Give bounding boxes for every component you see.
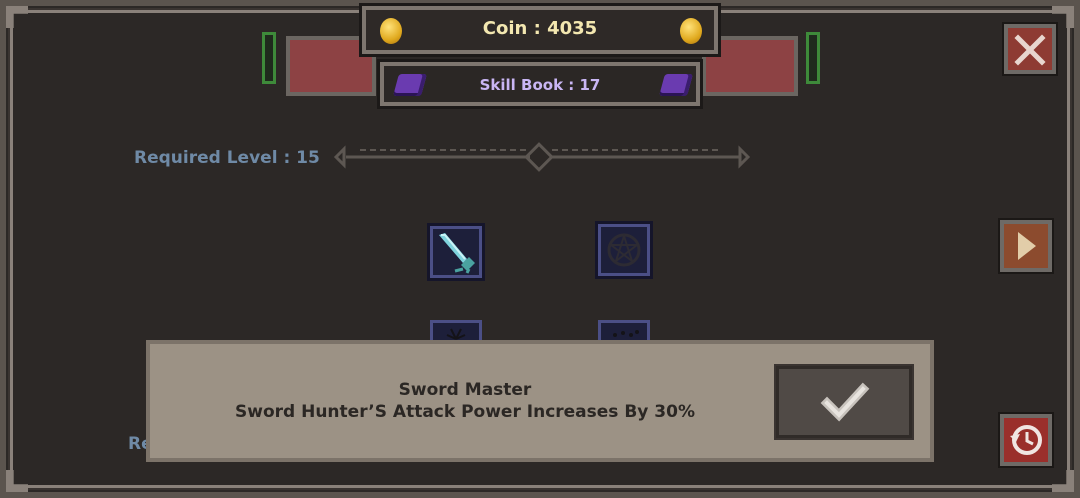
skill-book-text: Skill Book : 17	[479, 76, 601, 94]
level-divider	[333, 142, 751, 172]
close-button[interactable]	[1002, 22, 1058, 76]
pentagram-skill-icon	[607, 232, 641, 267]
popup-skill-description: Sword Hunter’S Attack Power Increases By…	[235, 402, 695, 422]
coin-text: Coin : 4035	[482, 18, 598, 39]
checkmark-icon	[820, 382, 870, 422]
confirm-button[interactable]	[774, 364, 914, 440]
triangle-right-icon	[1018, 232, 1036, 260]
skill-info-popup: Sword Master Sword Hunter’S Attack Power…	[146, 340, 934, 462]
skill-book-counter: Skill Book : 17	[377, 59, 703, 109]
skill-tree-screen: Coin : 4035 Skill Book : 17 Required Lev…	[0, 0, 1080, 498]
popup-skill-name: Sword Master	[398, 380, 532, 400]
coin-counter: Coin : 4035	[359, 3, 721, 57]
required-level-label: Required Level : 15	[134, 148, 320, 168]
banner-cap-right	[806, 32, 820, 84]
next-page-button[interactable]	[998, 218, 1054, 274]
skill-slot-pentagram[interactable]	[595, 221, 653, 279]
history-reset-icon	[1010, 425, 1042, 455]
coin-icon	[680, 18, 702, 44]
banner-cap-left	[262, 32, 276, 84]
reset-skills-button[interactable]	[998, 412, 1054, 468]
close-x-icon	[1014, 34, 1046, 66]
sword-skill-icon	[439, 233, 475, 274]
skill-slot-sword[interactable]	[427, 223, 485, 281]
skill-book-icon	[659, 74, 693, 96]
